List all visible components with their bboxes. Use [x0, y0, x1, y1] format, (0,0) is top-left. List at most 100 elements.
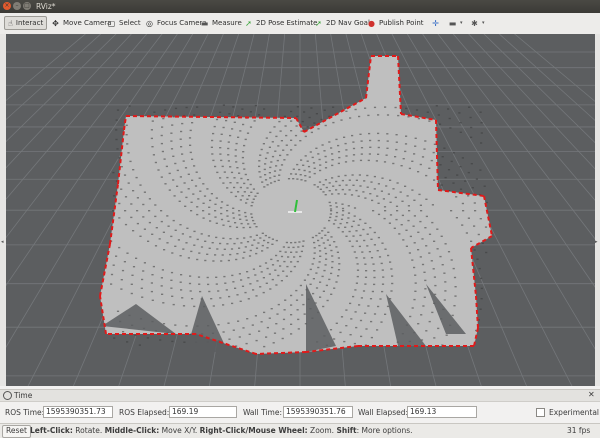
unknown-cell — [458, 112, 461, 114]
unknown-cell — [142, 270, 145, 272]
tool-publish-point[interactable]: ● Publish Point — [364, 16, 427, 30]
remove-tool-button[interactable]: ▬ ▾ — [445, 16, 466, 30]
unknown-cell — [419, 220, 422, 223]
unknown-cell — [331, 266, 334, 269]
ros-elapsed-field[interactable]: 169.19 — [169, 406, 237, 418]
unknown-cell — [394, 196, 397, 199]
unknown-cell — [438, 123, 442, 125]
unknown-cell — [332, 223, 336, 225]
unknown-cell — [235, 161, 238, 163]
unknown-cell — [308, 171, 311, 173]
unknown-cell — [308, 176, 311, 178]
unknown-cell — [359, 218, 362, 221]
view-options-button[interactable]: ✱ ▾ — [467, 16, 488, 30]
unknown-cell — [353, 207, 357, 209]
unknown-cell — [279, 265, 282, 267]
unknown-cell — [424, 140, 427, 142]
window-close-button[interactable]: × — [3, 2, 11, 10]
unknown-cell — [202, 210, 205, 212]
unknown-cell — [138, 344, 141, 346]
unknown-cell — [465, 232, 468, 234]
unknown-cell — [387, 254, 390, 257]
unknown-cell — [246, 241, 250, 243]
unknown-cell — [263, 186, 266, 188]
unknown-cell — [366, 245, 369, 247]
right-dock-collapse-bar[interactable]: ▸ — [595, 34, 600, 386]
unknown-cell — [475, 178, 478, 180]
unknown-cell — [300, 250, 303, 253]
unknown-cell — [480, 277, 483, 280]
unknown-cell — [417, 231, 420, 233]
unknown-cell — [214, 203, 217, 205]
unknown-cell — [311, 156, 314, 159]
unknown-cell — [180, 130, 183, 133]
tool-select[interactable]: ▢ Select — [104, 16, 144, 30]
experimental-checkbox[interactable] — [536, 407, 545, 417]
wall-elapsed-field[interactable]: 169.13 — [407, 406, 477, 418]
unknown-cell — [347, 217, 350, 219]
unknown-cell — [452, 182, 455, 184]
unknown-cell — [375, 160, 378, 162]
unknown-cell — [474, 210, 477, 212]
unknown-cell — [345, 235, 348, 237]
reset-button[interactable]: Reset — [2, 425, 31, 438]
close-panel-button[interactable]: ✕ — [588, 390, 595, 399]
unknown-cell — [196, 106, 199, 108]
unknown-cell — [285, 134, 288, 137]
unknown-cell — [300, 159, 303, 161]
tool-2d-pose-estimate[interactable]: ➚ 2D Pose Estimate — [241, 16, 320, 30]
unknown-cell — [238, 336, 241, 338]
unknown-cell — [347, 212, 351, 214]
unknown-cell — [142, 216, 145, 218]
unknown-cell — [209, 220, 212, 222]
unknown-cell — [369, 193, 372, 195]
unknown-cell — [228, 338, 231, 340]
unknown-cell — [219, 153, 222, 155]
unknown-cell — [383, 206, 387, 208]
unknown-cell — [229, 253, 232, 256]
unknown-cell — [380, 262, 383, 265]
ros-time-field[interactable]: 1595390351.73 — [43, 406, 113, 418]
unknown-cell — [382, 198, 385, 200]
unknown-cell — [238, 172, 241, 174]
unknown-cell — [332, 106, 335, 108]
unknown-cell — [283, 159, 286, 161]
unknown-cell — [341, 207, 345, 210]
unknown-cell — [319, 188, 322, 190]
unknown-cell — [419, 204, 422, 206]
unknown-cell — [390, 268, 393, 270]
unknown-cell — [345, 155, 348, 157]
unknown-cell — [290, 173, 293, 175]
unknown-cell — [180, 146, 183, 148]
unknown-cell — [328, 190, 331, 192]
unknown-cell — [151, 146, 154, 148]
unknown-cell — [369, 227, 372, 229]
unknown-cell — [151, 233, 154, 235]
unknown-cell — [281, 337, 284, 340]
tool-interact[interactable]: ☝ Interact — [4, 16, 47, 30]
unknown-cell — [433, 337, 436, 339]
unknown-cell — [284, 125, 287, 127]
wall-time-field[interactable]: 1595390351.76 — [283, 406, 353, 418]
unknown-cell — [479, 169, 482, 171]
minimize-icon: – — [15, 2, 19, 9]
unknown-cell — [270, 308, 273, 310]
add-tool-button[interactable]: ✛ — [428, 16, 443, 30]
unknown-cell — [313, 122, 316, 124]
unknown-cell — [324, 252, 328, 255]
window-maximize-button[interactable]: □ — [23, 2, 31, 10]
window-minimize-button[interactable]: – — [13, 2, 21, 10]
unknown-cell — [450, 259, 453, 261]
unknown-cell — [239, 199, 242, 201]
unknown-cell — [182, 248, 185, 250]
unknown-cell — [328, 141, 331, 143]
unknown-cell — [143, 228, 146, 230]
render-viewport[interactable] — [6, 34, 595, 386]
unknown-cell — [265, 336, 268, 338]
unknown-cell — [298, 241, 301, 243]
unknown-cell — [182, 305, 186, 307]
tool-measure[interactable]: ▬ Measure — [197, 16, 245, 30]
unknown-cell — [271, 264, 275, 266]
unknown-cell — [341, 231, 344, 233]
unknown-cell — [366, 174, 369, 177]
